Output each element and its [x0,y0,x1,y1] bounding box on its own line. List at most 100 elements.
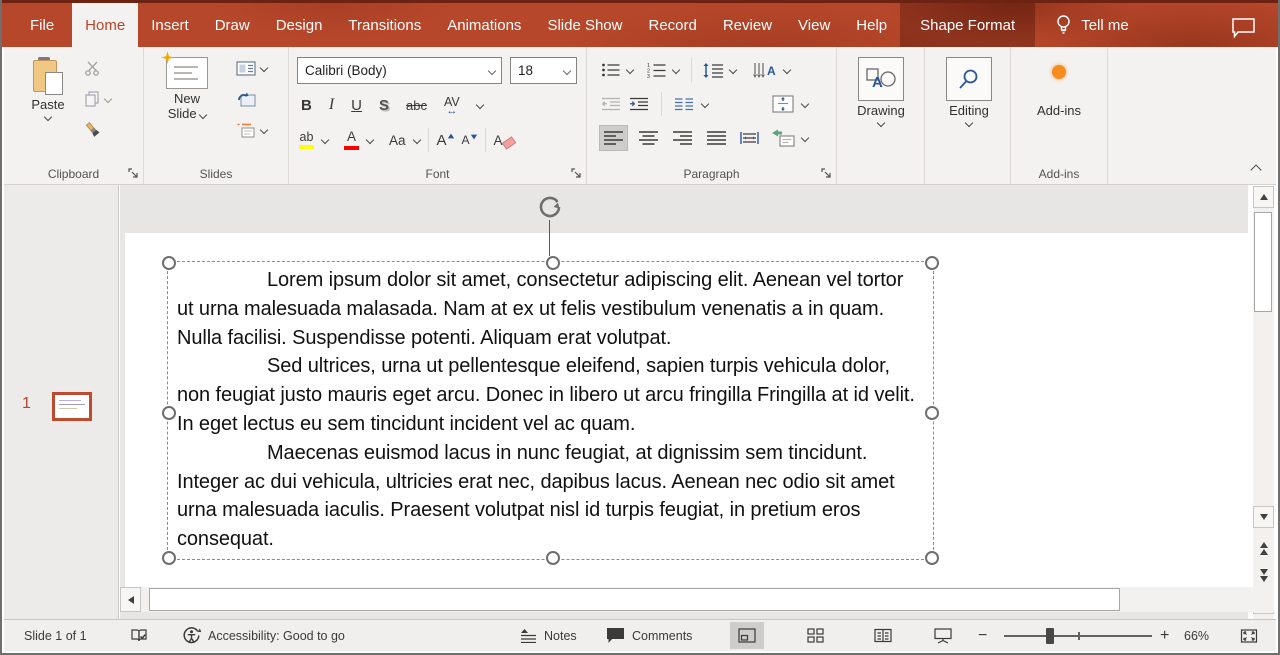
paragraph-1[interactable]: Lorem ipsum dolor sit amet, consectetur … [177,266,925,352]
tab-shape-format[interactable]: Shape Format [900,3,1035,47]
tab-review[interactable]: Review [710,3,785,47]
decrease-font-size-button[interactable]: A [462,133,477,147]
bullets-button[interactable] [601,62,621,78]
align-right-button[interactable] [669,126,696,150]
columns-dropdown-icon[interactable] [701,100,709,108]
tab-design[interactable]: Design [263,3,336,47]
line-spacing-button[interactable] [702,62,724,79]
spell-check-button[interactable] [130,620,148,651]
tab-view[interactable]: View [785,3,843,47]
tell-me-search[interactable]: Tell me [1055,3,1129,47]
align-text-dropdown-icon[interactable] [801,100,809,108]
font-name-combobox[interactable]: Calibri (Body) [297,57,502,84]
font-size-dropdown-icon[interactable] [563,66,571,74]
clear-formatting-button[interactable]: A [494,133,513,148]
slide-counter[interactable]: Slide 1 of 1 [24,620,87,651]
convert-to-smartart-button[interactable] [771,129,795,147]
tab-home[interactable]: Home [72,3,138,47]
smartart-dropdown-icon[interactable] [801,134,809,142]
paragraph-dialog-launcher[interactable] [820,167,833,180]
underline-button[interactable]: U [351,97,362,114]
addins-button[interactable]: Add-ins [1028,65,1090,118]
tab-transitions[interactable]: Transitions [335,3,434,47]
tab-draw[interactable]: Draw [202,3,263,47]
vertical-scrollbar-thumb[interactable] [1254,212,1272,312]
reading-view-button[interactable] [866,622,900,649]
bullets-dropdown-icon[interactable] [626,66,634,74]
selected-text-box[interactable]: Lorem ipsum dolor sit amet, consectetur … [167,261,934,560]
zoom-in-button[interactable]: + [1160,620,1169,651]
change-case-dropdown-icon[interactable] [412,136,420,144]
resize-handle-top-right[interactable] [925,256,939,270]
horizontal-scrollbar[interactable] [120,587,1274,612]
tab-record[interactable]: Record [635,3,709,47]
paragraph-2[interactable]: Sed ultrices, urna ut pellentesque eleif… [177,352,925,438]
resize-handle-top-middle[interactable] [546,256,560,270]
strikethrough-button[interactable]: abc [406,98,427,113]
resize-handle-middle-left[interactable] [162,406,176,420]
notes-button[interactable]: Notes [520,620,577,651]
font-color-dropdown-icon[interactable] [366,136,374,144]
comments-bubble-icon[interactable] [1231,17,1256,39]
align-left-button[interactable] [599,125,628,151]
new-slide-button[interactable]: New Slide [156,57,218,121]
next-slide-button[interactable] [1253,563,1274,588]
clipboard-dialog-launcher[interactable] [127,167,140,180]
drawing-dropdown-icon[interactable] [877,119,885,127]
increase-font-size-button[interactable]: A [437,132,454,149]
resize-handle-middle-right[interactable] [925,406,939,420]
tab-insert[interactable]: Insert [138,3,202,47]
paragraph-3[interactable]: Maecenas euismod lacus in nunc feugiat, … [177,439,925,554]
zoom-slider-thumb[interactable] [1046,628,1054,644]
font-dialog-launcher[interactable] [570,167,583,180]
tab-animations[interactable]: Animations [434,3,534,47]
format-painter-button[interactable] [84,119,111,141]
vertical-scrollbar[interactable] [1253,186,1274,622]
zoom-level[interactable]: 66% [1184,620,1209,651]
drawing-button[interactable]: A Drawing [858,57,904,126]
slide-layout-button[interactable] [236,57,267,79]
reset-slide-button[interactable] [236,88,267,110]
character-spacing-dropdown-icon[interactable] [476,101,484,109]
columns-button[interactable] [674,97,694,112]
comments-button[interactable]: Comments [606,620,692,651]
paste-button[interactable]: Paste [18,57,78,120]
scroll-up-button[interactable] [1253,186,1274,208]
previous-slide-button[interactable] [1253,536,1274,561]
tab-slide-show[interactable]: Slide Show [534,3,635,47]
justify-button[interactable] [703,126,730,150]
tab-file[interactable]: File [12,3,72,47]
bold-button[interactable]: B [301,97,312,114]
copy-dropdown-icon[interactable] [104,95,112,103]
zoom-slider[interactable] [1004,620,1152,651]
resize-handle-top-left[interactable] [162,256,176,270]
editing-button[interactable]: Editing [946,57,992,126]
italic-button[interactable]: I [329,96,334,114]
font-color-button[interactable]: A [344,130,359,150]
align-center-button[interactable] [635,126,662,150]
font-size-combobox[interactable]: 18 [510,57,577,84]
text-direction-button[interactable]: A [752,62,778,79]
text-box-content[interactable]: Lorem ipsum dolor sit amet, consectetur … [177,266,925,559]
text-shadow-button[interactable]: S [379,97,389,114]
resize-handle-bottom-right[interactable] [925,551,939,565]
highlight-color-button[interactable]: ab [299,131,314,150]
copy-button[interactable] [84,88,111,110]
change-case-button[interactable]: Aa [389,133,406,148]
distribute-text-button[interactable] [737,126,762,150]
increase-indent-button[interactable] [629,97,649,112]
horizontal-scrollbar-thumb[interactable] [149,588,1120,611]
resize-handle-bottom-left[interactable] [162,551,176,565]
text-direction-dropdown-icon[interactable] [783,66,791,74]
paste-dropdown-icon[interactable] [44,113,52,121]
rotation-handle-icon[interactable] [536,193,564,221]
slide-thumbnail[interactable] [52,392,92,421]
resize-handle-bottom-middle[interactable] [546,551,560,565]
numbering-button[interactable]: 1 2 3 [647,62,667,78]
scroll-left-button[interactable] [120,587,141,612]
editing-dropdown-icon[interactable] [965,119,973,127]
line-spacing-dropdown-icon[interactable] [729,66,737,74]
slide-sorter-view-button[interactable] [798,622,832,649]
section-button[interactable] [236,119,267,141]
cut-button[interactable] [84,57,111,79]
